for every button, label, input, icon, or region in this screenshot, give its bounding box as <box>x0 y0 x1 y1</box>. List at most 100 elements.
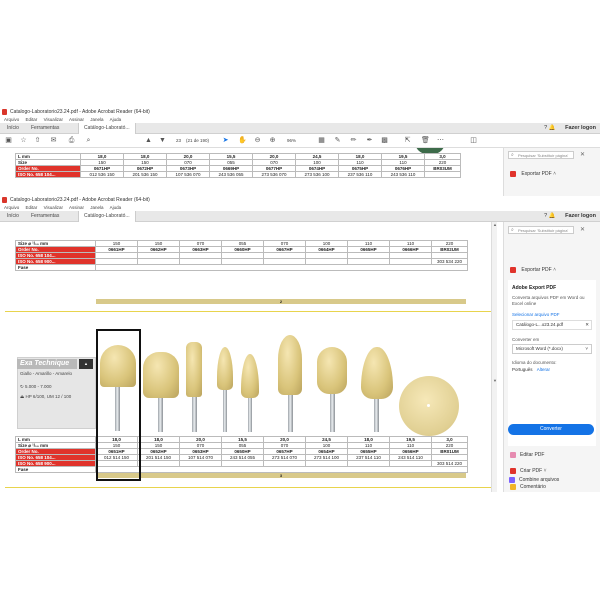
export-description: Converta arquivos PDF em Word ou Excel o… <box>512 295 585 306</box>
menu-visualizar[interactable]: Visualizar <box>44 117 63 122</box>
tab-bar: Início Ferramentas Catálogo-Laborató... … <box>0 211 600 222</box>
convert-button[interactable]: Converter <box>508 424 594 435</box>
document-scrollbar[interactable]: ▲ ▼ <box>491 222 497 492</box>
back-spec-table: L mm 18,0 18,0 20,0 15,5 20,0 24,5 18,0 … <box>15 153 461 178</box>
tab-ferramentas[interactable]: Ferramentas <box>26 211 64 222</box>
menu-assinar[interactable]: Assinar <box>69 117 84 122</box>
help-icon[interactable]: ? <box>544 213 547 219</box>
format-select[interactable]: Microsoft Word (*.docx) ˅ <box>512 344 592 354</box>
close-icon[interactable]: ✕ <box>580 226 585 233</box>
print-icon[interactable]: ⎙ <box>68 137 75 144</box>
tool-combine-files[interactable]: Combine arquivos <box>509 476 559 485</box>
tool-shank <box>223 390 227 432</box>
selection-box[interactable] <box>96 329 141 481</box>
search-placeholder: Pesquisar 'Substituir página' <box>518 153 569 158</box>
main-toolbar: ▣ ☆ ⇧ ✉ ⎙ ⌕ ▲ ▼ 23 (21 de 190) ➤ ✋ ⊖ ⊕ 9… <box>0 134 600 148</box>
tool-shank <box>192 397 197 432</box>
back-acrobat-window: Catalogo-Laboratorio23.24.pdf - Adobe Ac… <box>0 108 600 204</box>
export-pdf-icon <box>510 170 516 177</box>
page-down-icon[interactable]: ▼ <box>159 137 166 144</box>
scroll-up-icon[interactable]: ▲ <box>492 222 498 228</box>
help-icon[interactable]: ? <box>544 125 547 131</box>
menu-visualizar[interactable]: Visualizar <box>44 205 63 210</box>
upload-icon[interactable]: ⇧ <box>34 137 41 144</box>
table-cell <box>424 171 461 178</box>
star-icon[interactable]: ☆ <box>20 137 27 144</box>
tool-label: Editar PDF <box>520 452 545 458</box>
window-title: Catalogo-Laboratorio23.24.pdf - Adobe Ac… <box>10 197 150 203</box>
stone-head <box>361 347 393 399</box>
tab-document[interactable]: Catálogo-Laborató... <box>78 211 136 222</box>
save-icon[interactable]: ▣ <box>5 137 12 144</box>
tab-ferramentas[interactable]: Ferramentas <box>26 123 64 134</box>
stamp-icon[interactable]: ▩ <box>381 137 388 144</box>
tab-inicio[interactable]: Início <box>2 123 24 134</box>
stone-head <box>241 354 259 398</box>
front-document-view: Size ⌀ ¹/₁₀ mm 150 150 070 055 070 100 1… <box>0 222 497 492</box>
login-button[interactable]: Fazer logon <box>565 125 596 131</box>
export-pdf-item[interactable]: Exportar PDF ˄ <box>510 266 556 275</box>
menu-ajuda[interactable]: Ajuda <box>110 117 122 122</box>
table-cell <box>95 264 468 271</box>
table-cell: 273 536 100 <box>295 171 339 178</box>
zoom-out-icon[interactable]: ⊖ <box>254 137 261 144</box>
product-subtitle: Giallo - Amarillo - Amarelo <box>20 371 73 376</box>
tab-inicio[interactable]: Início <box>2 211 24 222</box>
search-icon[interactable]: ⌕ <box>85 137 92 144</box>
table-row: ISO No. 658 104... 012 536 150 201 536 1… <box>15 171 461 178</box>
export-pdf-label: Exportar PDF <box>521 171 552 177</box>
menu-ajuda[interactable]: Ajuda <box>110 205 122 210</box>
bell-icon[interactable]: 🔔 <box>549 213 556 219</box>
select-file-link[interactable]: Selecionar arquivo PDF <box>512 312 560 317</box>
zoom-in-icon[interactable]: ⊕ <box>269 137 276 144</box>
rpm-value: 5.000 - 7.000 <box>25 384 52 389</box>
tab-document[interactable]: Catálogo-Laborató... <box>78 123 136 134</box>
create-pdf-icon <box>510 467 516 474</box>
tool-create-pdf[interactable]: Criar PDF ˅ <box>510 467 547 476</box>
tool-edit-pdf[interactable]: Editar PDF <box>510 451 544 460</box>
page-number[interactable]: 23 <box>176 138 181 143</box>
menu-arquivo[interactable]: Arquivo <box>4 205 19 210</box>
menu-editar[interactable]: Editar <box>26 205 38 210</box>
share-icon[interactable]: ⇱ <box>404 137 411 144</box>
right-tools-panel: ⌕ Pesquisar 'Substituir página' ✕ Export… <box>503 222 600 492</box>
tools-search-input[interactable]: ⌕ Pesquisar 'Substituir página' <box>508 226 574 234</box>
remove-file-icon[interactable]: ✕ <box>585 321 589 329</box>
menu-arquivo[interactable]: Arquivo <box>4 117 19 122</box>
mail-icon[interactable]: ✉ <box>50 137 57 144</box>
scroll-down-icon[interactable]: ▼ <box>492 378 498 384</box>
more-icon[interactable]: ⋯ <box>437 137 444 144</box>
menu-assinar[interactable]: Assinar <box>69 205 84 210</box>
menu-editar[interactable]: Editar <box>26 117 38 122</box>
comment-panel-icon[interactable]: ◫ <box>470 137 477 144</box>
export-pdf-item[interactable]: Exportar PDF ˄ <box>510 170 556 179</box>
close-icon[interactable]: ✕ <box>580 151 585 158</box>
export-pdf-card: Adobe Export PDF Converta arquivos PDF e… <box>508 280 596 446</box>
hand-icon[interactable]: ✋ <box>238 137 247 144</box>
page-up-icon[interactable]: ▲ <box>145 137 152 144</box>
comment-icon[interactable]: ✎ <box>334 137 341 144</box>
language-row: Português Alterar <box>512 367 550 372</box>
tools-search-input[interactable]: ⌕ Pesquisar 'Substituir página' <box>508 151 574 159</box>
change-language-link[interactable]: Alterar <box>537 367 550 372</box>
select-cursor-icon[interactable]: ➤ <box>222 137 229 144</box>
format-value: Microsoft Word (*.docx) <box>516 346 563 351</box>
sign-icon[interactable]: ✒ <box>366 137 373 144</box>
chevron-up-icon: ˄ <box>553 267 556 273</box>
zoom-level[interactable]: 96% <box>287 138 296 143</box>
tab-bar: Início Ferramentas Catálogo-Laborató... … <box>0 123 600 134</box>
table-cell: 237 536 110 <box>338 171 382 178</box>
page-separator <box>5 311 493 312</box>
login-button[interactable]: Fazer logon <box>565 213 596 219</box>
menu-janela[interactable]: Janela <box>90 205 103 210</box>
convert-to-label: Converter em <box>512 337 540 342</box>
highlight-icon[interactable]: ✏ <box>350 137 357 144</box>
menu-janela[interactable]: Janela <box>90 117 103 122</box>
rpm-row: ↻ 5.000 - 7.000 <box>20 384 52 390</box>
selected-file-box[interactable]: Catálogo-L...o23.24.pdf ✕ <box>512 320 592 330</box>
search-icon: ⌕ <box>511 152 514 158</box>
fit-page-icon[interactable]: ▦ <box>318 137 325 144</box>
bell-icon[interactable]: 🔔 <box>549 125 556 131</box>
tool-label: Criar PDF <box>520 468 543 474</box>
delete-icon[interactable]: 🗑 <box>421 137 430 144</box>
